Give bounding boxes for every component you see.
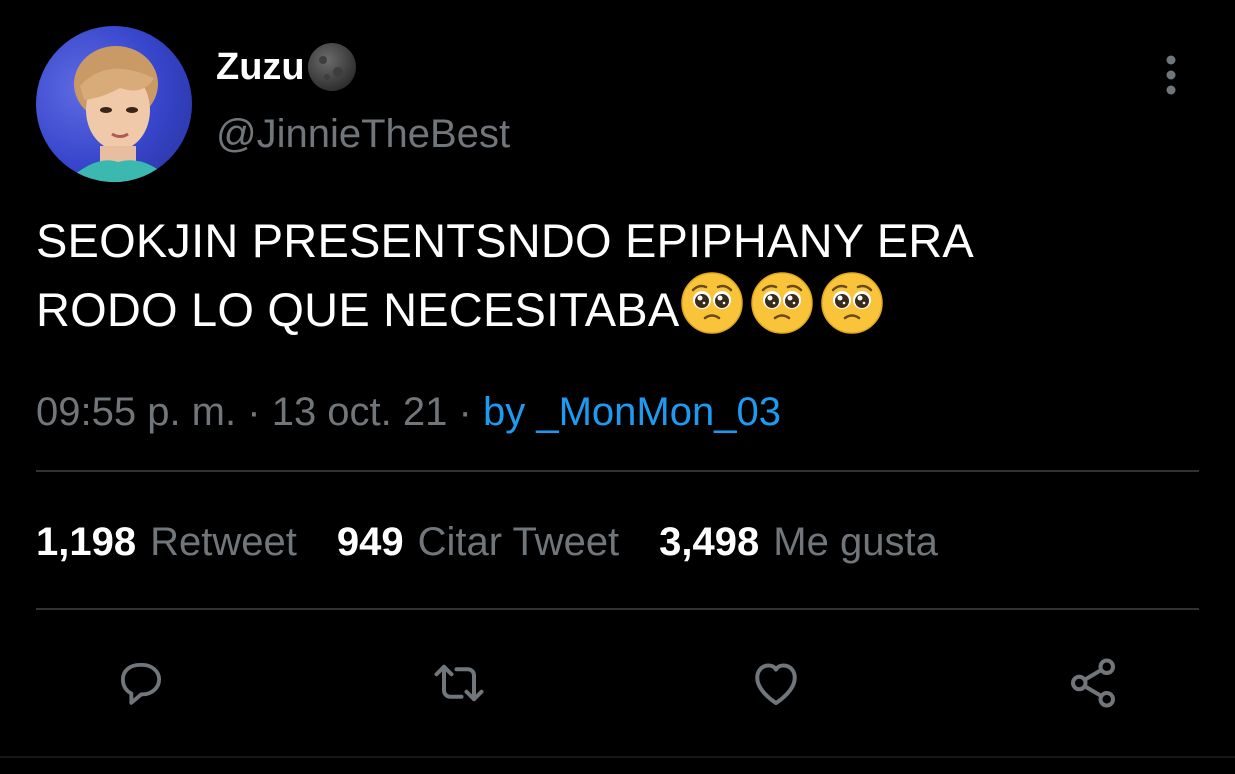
tweet-source-link[interactable]: by _MonMon_03 (483, 390, 781, 434)
divider (36, 608, 1199, 610)
like-icon (755, 663, 797, 705)
pleading-face-emoji-icon (751, 272, 814, 334)
bottom-divider (0, 756, 1235, 758)
retweet-icon (434, 664, 484, 702)
retweets-count: 1,198 (36, 520, 137, 564)
quotes-count: 949 (336, 520, 404, 564)
likes-label: Me gusta (773, 520, 938, 564)
likes-stat[interactable]: 3,498 Me gusta (659, 516, 938, 568)
tweet-text-line-2-text: RODO LO QUE NECESITABA (36, 283, 680, 336)
tweet-date[interactable]: 13 oct. 21 (272, 390, 448, 434)
meta-separator: · (247, 390, 261, 434)
quotes-label: Citar Tweet (417, 520, 620, 564)
tweet-text-line-1: SEOKJIN PRESENTSNDO EPIPHANY ERA (36, 214, 974, 267)
retweets-stat[interactable]: 1,198 Retweet (36, 516, 297, 568)
pleading-face-emoji-icon (821, 272, 884, 334)
display-name[interactable]: Zuzu (216, 40, 359, 94)
meta-separator: · (458, 390, 472, 434)
share-button[interactable] (1058, 648, 1128, 718)
tweet-time[interactable]: 09:55 p. m. (36, 390, 236, 434)
tweet-text-line-2: RODO LO QUE NECESITABA (36, 270, 1196, 339)
reply-icon (120, 662, 162, 705)
divider (36, 470, 1199, 472)
like-button[interactable] (741, 648, 811, 718)
retweets-label: Retweet (150, 520, 297, 564)
retweet-button[interactable] (424, 648, 494, 718)
user-handle[interactable]: @JinnieTheBest (216, 108, 510, 160)
tweet-meta: 09:55 p. m. · 13 oct. 21 · by _MonMon_03 (36, 386, 781, 438)
likes-count: 3,498 (659, 520, 760, 564)
avatar[interactable] (36, 26, 192, 182)
more-options-icon[interactable] (1160, 52, 1182, 98)
quotes-stat[interactable]: 949 Citar Tweet (337, 516, 619, 568)
share-icon (1071, 658, 1115, 708)
tweet-text: SEOKJIN PRESENTSNDO EPIPHANY ERA RODO LO… (36, 212, 1196, 339)
tweet-stats: 1,198 Retweet 949 Citar Tweet 3,498 Me g… (36, 516, 978, 568)
new-moon-emoji-icon (305, 40, 359, 94)
pleading-face-emoji-icon (681, 272, 744, 334)
display-name-text: Zuzu (216, 46, 305, 88)
reply-button[interactable] (106, 648, 176, 718)
